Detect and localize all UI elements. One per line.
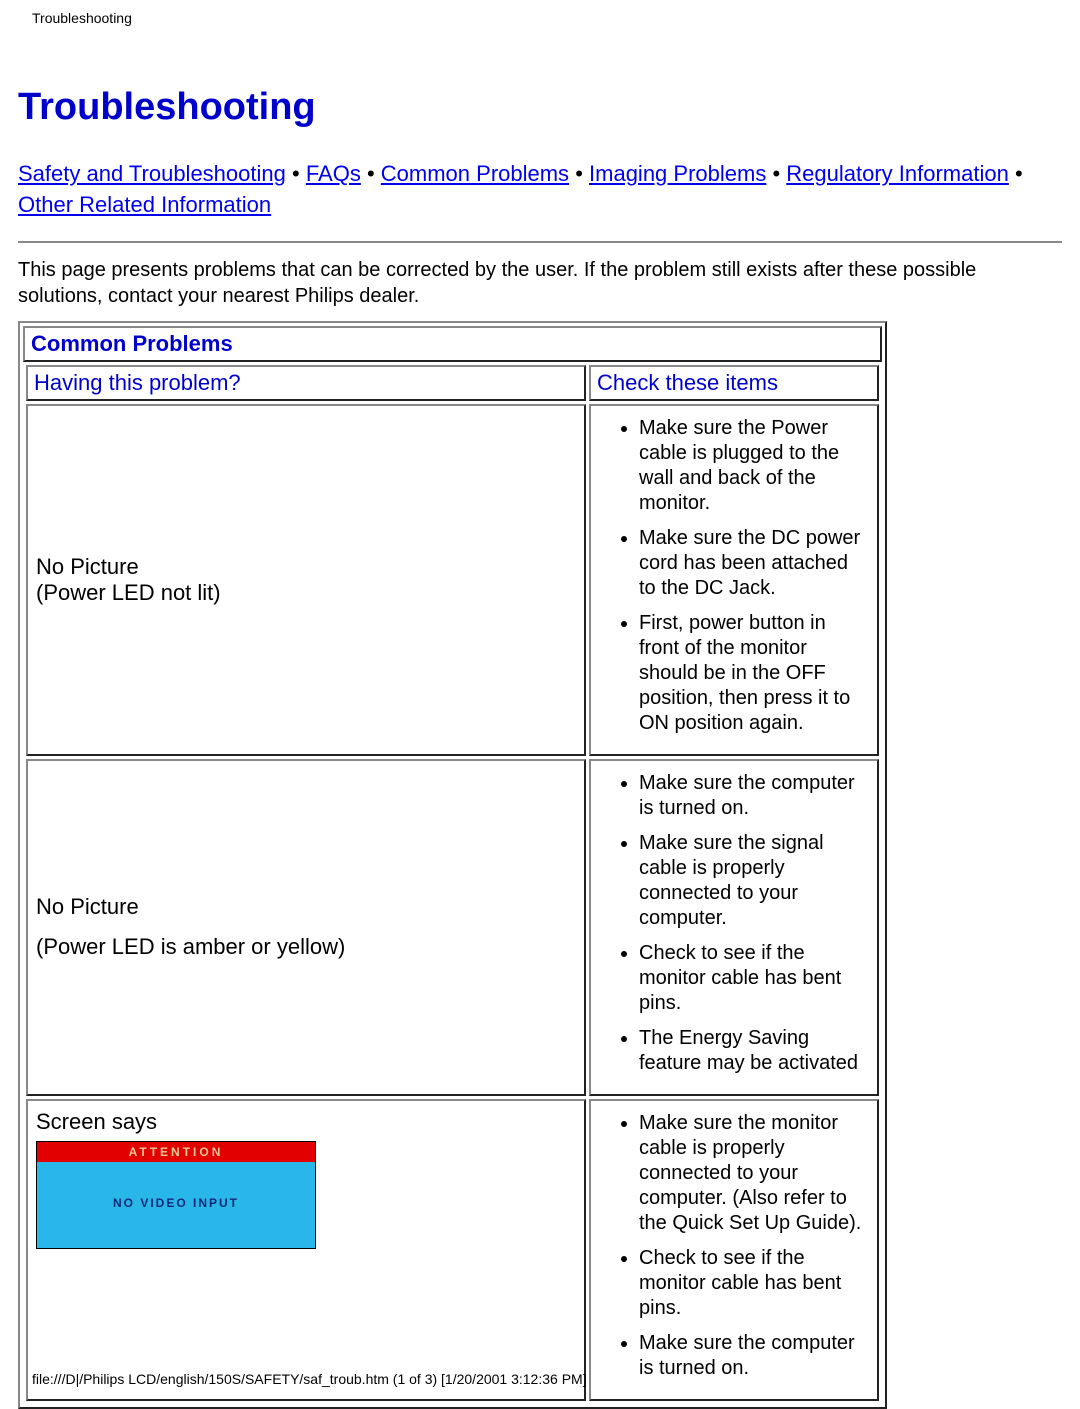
nav-link-row: Safety and Troubleshooting • FAQs • Comm… [18, 159, 1062, 221]
intro-paragraph: This page presents problems that can be … [18, 257, 1062, 309]
list-item: Make sure the computer is turned on. [639, 771, 869, 821]
link-imaging-problems[interactable]: Imaging Problems [589, 161, 766, 186]
screen-attention-label: ATTENTION [37, 1142, 315, 1162]
list-item: Check to see if the monitor cable has be… [639, 941, 869, 1016]
problem-line: (Power LED not lit) [36, 580, 576, 606]
check-list: Make sure the Power cable is plugged to … [599, 416, 869, 736]
problems-table: Having this problem? Check these items N… [23, 362, 882, 1404]
check-cell: Make sure the Power cable is plugged to … [589, 404, 879, 756]
problem-line: (Power LED is amber or yellow) [36, 934, 576, 960]
nav-sep: • [367, 161, 381, 186]
problem-line: No Picture [36, 554, 576, 580]
footer-path: file:///D|/Philips LCD/english/150S/SAFE… [32, 1371, 587, 1387]
nav-sep: • [292, 161, 306, 186]
problem-line: No Picture [36, 894, 576, 920]
list-item: First, power button in front of the moni… [639, 611, 869, 736]
nav-sep: • [772, 161, 786, 186]
check-cell: Make sure the computer is turned on. Mak… [589, 759, 879, 1096]
check-list: Make sure the computer is turned on. Mak… [599, 771, 869, 1076]
table-row: Screen says ATTENTION NO VIDEO INPUT Mak… [26, 1099, 879, 1401]
link-other-related-information[interactable]: Other Related Information [18, 192, 271, 217]
list-item: Make sure the computer is turned on. [639, 1331, 869, 1381]
spacer [36, 920, 576, 934]
problem-cell: Screen says ATTENTION NO VIDEO INPUT [26, 1099, 586, 1401]
col-header-problem: Having this problem? [26, 365, 586, 401]
check-cell: Make sure the monitor cable is properly … [589, 1099, 879, 1401]
table-row: No Picture (Power LED not lit) Make sure… [26, 404, 879, 756]
screen-message-box: ATTENTION NO VIDEO INPUT [36, 1141, 316, 1249]
problem-line: Screen says [36, 1109, 576, 1135]
page-header-small: Troubleshooting [0, 0, 1080, 26]
check-list: Make sure the monitor cable is properly … [599, 1111, 869, 1381]
table-row: No Picture (Power LED is amber or yellow… [26, 759, 879, 1096]
col-header-check: Check these items [589, 365, 879, 401]
list-item: Make sure the monitor cable is properly … [639, 1111, 869, 1236]
problem-cell: No Picture (Power LED is amber or yellow… [26, 759, 586, 1096]
section-title: Common Problems [23, 326, 882, 362]
link-common-problems[interactable]: Common Problems [381, 161, 569, 186]
link-faqs[interactable]: FAQs [306, 161, 361, 186]
link-regulatory-information[interactable]: Regulatory Information [786, 161, 1009, 186]
list-item: Make sure the DC power cord has been att… [639, 526, 869, 601]
divider [18, 241, 1062, 243]
problem-cell: No Picture (Power LED not lit) [26, 404, 586, 756]
page-title: Troubleshooting [18, 86, 1062, 129]
list-item: Check to see if the monitor cable has be… [639, 1246, 869, 1321]
list-item: The Energy Saving feature may be activat… [639, 1026, 869, 1076]
link-safety-troubleshooting[interactable]: Safety and Troubleshooting [18, 161, 286, 186]
common-problems-box: Common Problems Having this problem? Che… [18, 321, 887, 1409]
nav-sep: • [575, 161, 589, 186]
list-item: Make sure the Power cable is plugged to … [639, 416, 869, 516]
nav-sep: • [1015, 161, 1023, 186]
list-item: Make sure the signal cable is properly c… [639, 831, 869, 931]
screen-body-label: NO VIDEO INPUT [37, 1162, 315, 1248]
